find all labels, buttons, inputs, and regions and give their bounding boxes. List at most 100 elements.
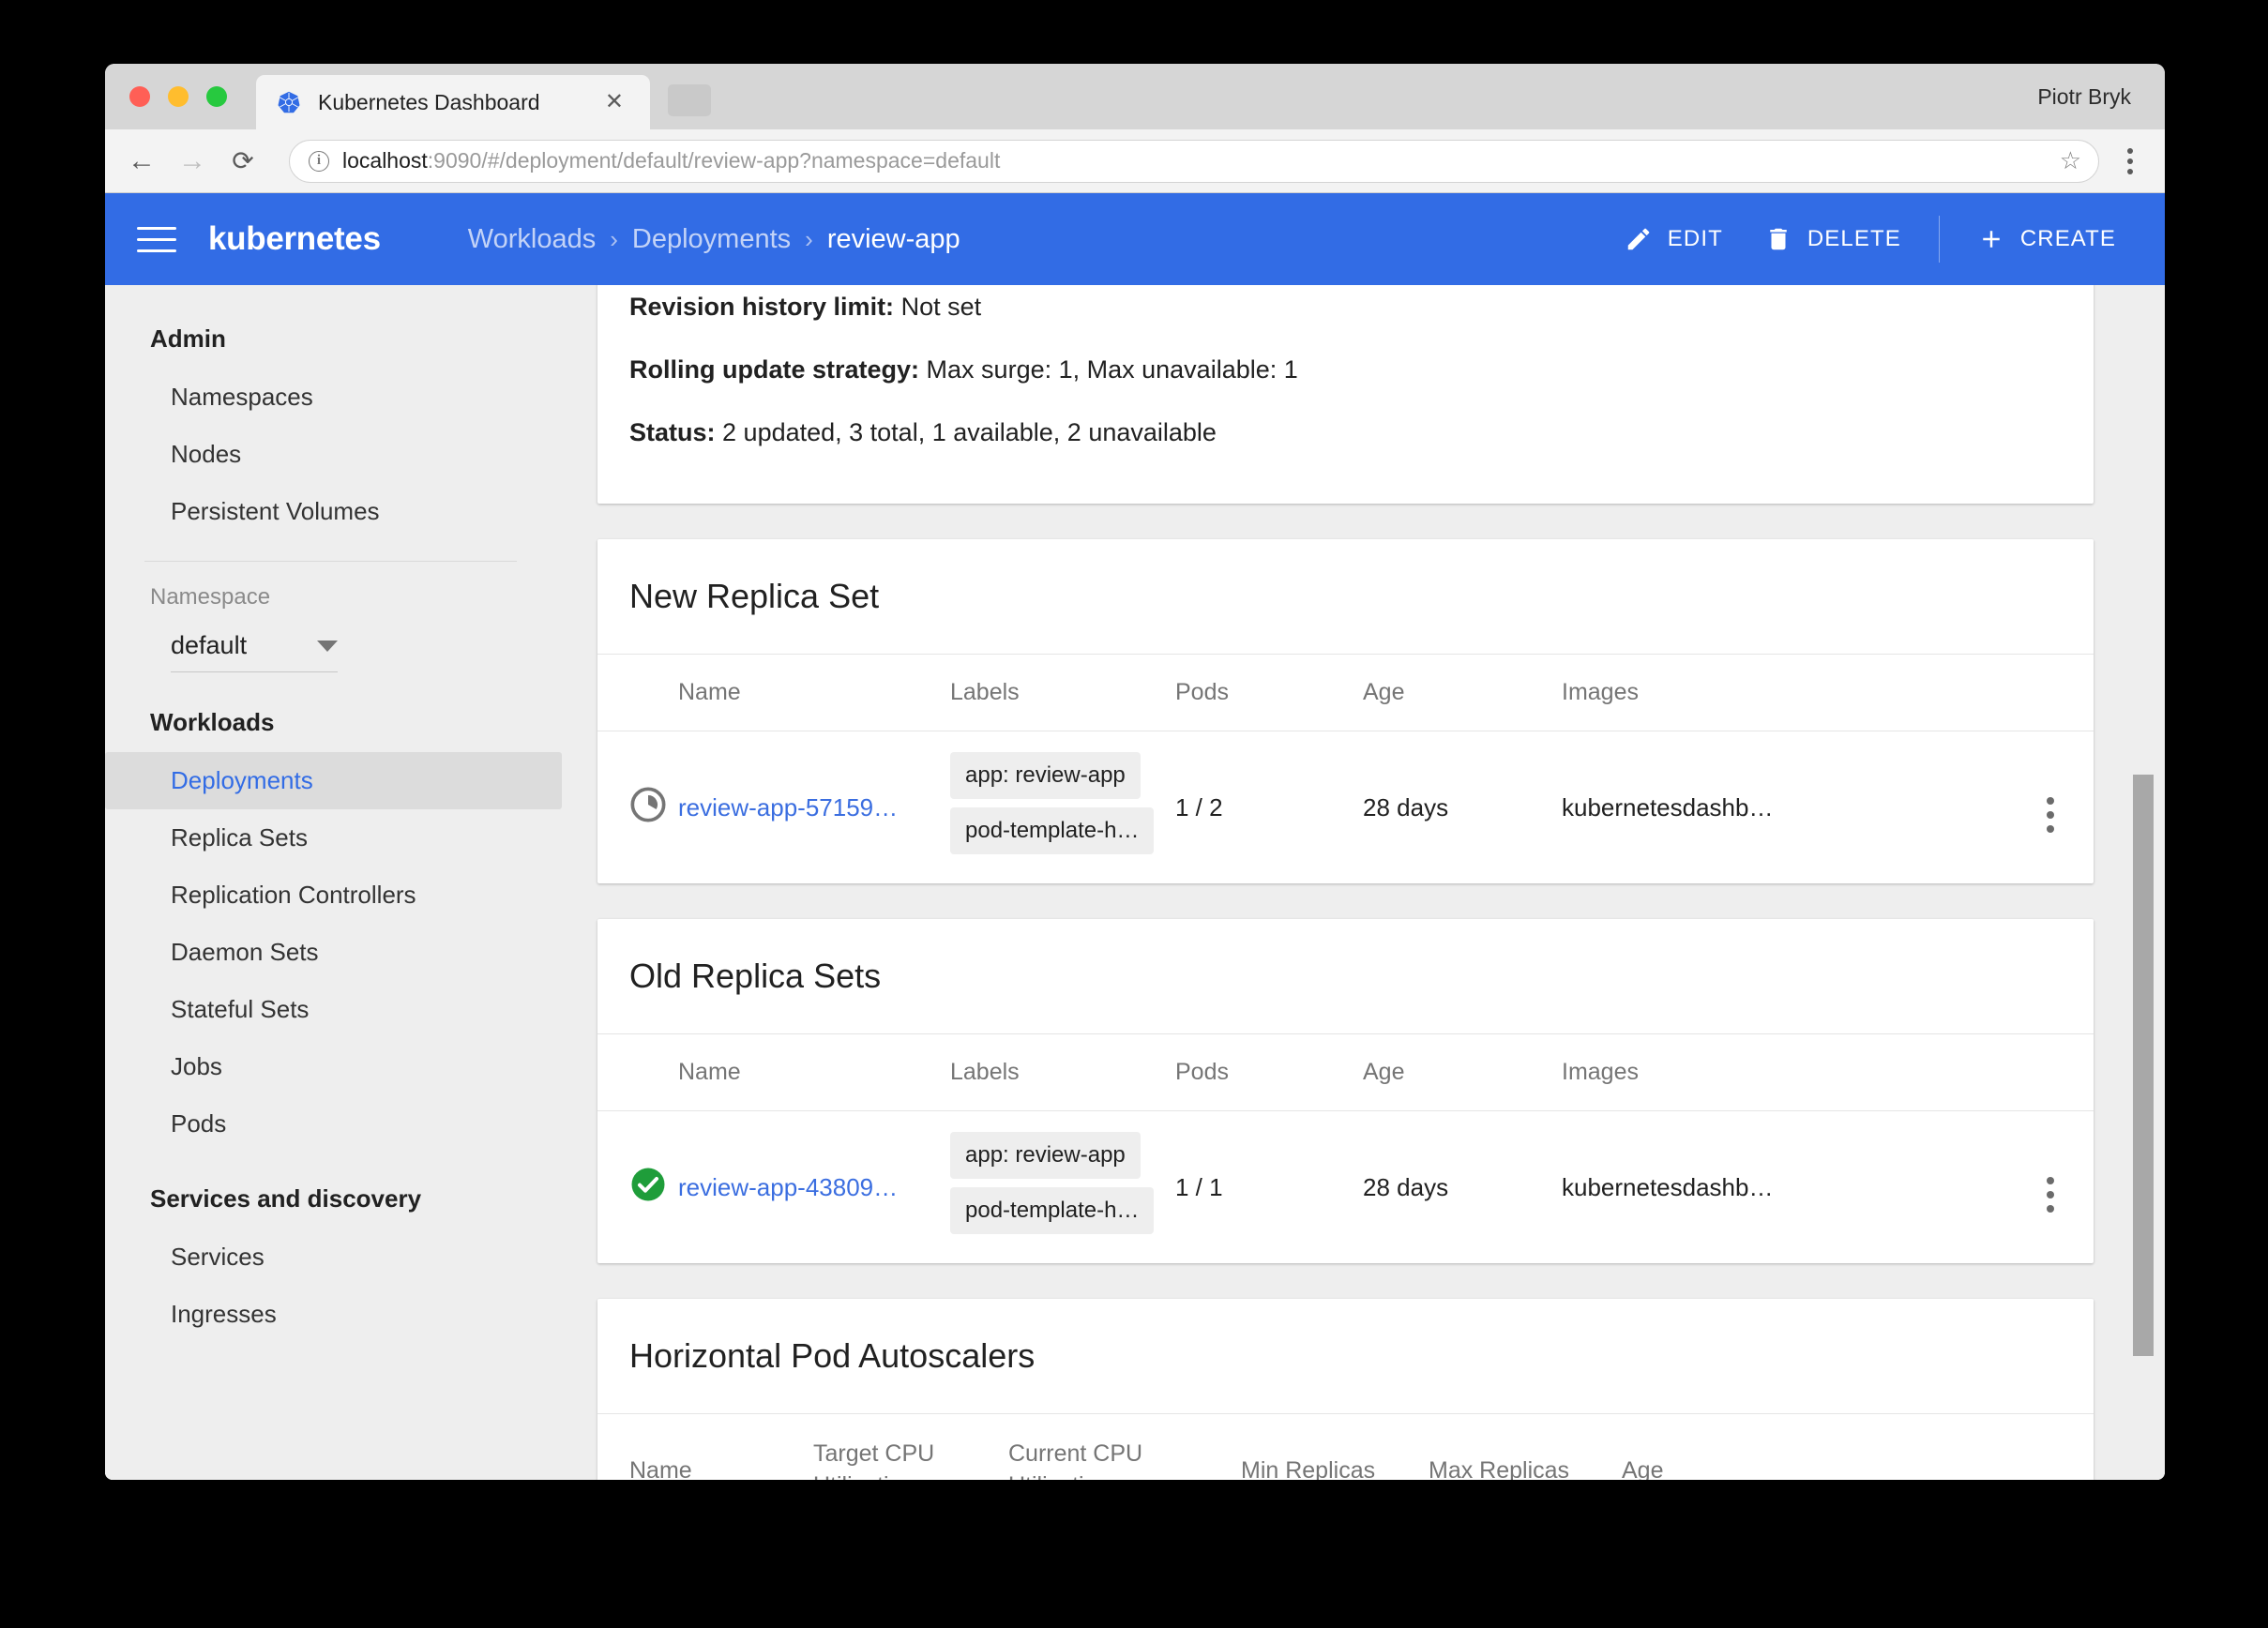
column-labels[interactable]: Labels: [950, 1034, 1175, 1111]
address-bar[interactable]: i localhost:9090/#/deployment/default/re…: [289, 140, 2099, 183]
browser-tab-active[interactable]: Kubernetes Dashboard ✕: [256, 75, 650, 129]
column-pods[interactable]: Pods: [1175, 1034, 1363, 1111]
cell-age: 28 days: [1363, 1111, 1562, 1264]
breadcrumb-item-workloads[interactable]: Workloads: [468, 224, 596, 255]
cell-actions: [2019, 731, 2094, 884]
label-chip[interactable]: app: review-app: [950, 1132, 1141, 1179]
detail-row-rolling-update-strategy: Rolling update strategy: Max surge: 1, M…: [597, 339, 2094, 401]
old-replica-sets-table: Name Labels Pods Age Images: [597, 1034, 2094, 1263]
cell-images: kubernetesdashb…: [1562, 1111, 2019, 1264]
create-button[interactable]: CREATE: [1957, 211, 2137, 267]
cell-pods: 1 / 2: [1175, 731, 1363, 884]
delete-button-label: DELETE: [1807, 226, 1901, 252]
old-replica-sets-card: Old Replica Sets Name Labels Pods Age Im…: [597, 919, 2094, 1263]
horizontal-pod-autoscalers-card: Horizontal Pod Autoscalers Name Target C…: [597, 1299, 2094, 1480]
site-info-icon[interactable]: i: [309, 151, 329, 172]
breadcrumb-item-deployments[interactable]: Deployments: [632, 224, 791, 255]
replica-set-link[interactable]: review-app-43809…: [678, 1173, 898, 1201]
column-images[interactable]: Images: [1562, 1034, 2019, 1111]
bookmark-star-icon[interactable]: ☆: [2060, 146, 2081, 175]
column-current-cpu-utilization[interactable]: Current CPU Utilization: [1008, 1414, 1241, 1480]
cell-name: review-app-43809…: [678, 1111, 950, 1264]
plus-icon: [1977, 225, 2005, 253]
maximize-window-button[interactable]: [206, 86, 227, 107]
sidebar-item-services[interactable]: Services: [105, 1229, 562, 1286]
column-min-replicas[interactable]: Min Replicas: [1241, 1414, 1429, 1480]
detail-value: 2 updated, 3 total, 1 available, 2 unava…: [722, 418, 1217, 446]
sidebar-item-namespaces[interactable]: Namespaces: [105, 369, 562, 426]
column-labels[interactable]: Labels: [950, 655, 1175, 731]
column-name[interactable]: Name: [597, 1414, 813, 1480]
back-icon[interactable]: ←: [120, 140, 163, 183]
sidebar-item-replication-controllers[interactable]: Replication Controllers: [105, 867, 562, 924]
column-target-cpu-utilization[interactable]: Target CPU Utilization: [813, 1414, 1008, 1480]
column-max-replicas[interactable]: Max Replicas: [1429, 1414, 1622, 1480]
row-menu-icon[interactable]: [2047, 797, 2054, 833]
delete-button[interactable]: DELETE: [1744, 211, 1922, 267]
sidebar-item-daemon-sets[interactable]: Daemon Sets: [105, 924, 562, 981]
browser-tab-title: Kubernetes Dashboard: [318, 90, 540, 115]
column-actions: [2019, 1034, 2094, 1111]
label-chip[interactable]: pod-template-h…: [950, 1187, 1154, 1234]
sidebar-item-ingresses[interactable]: Ingresses: [105, 1286, 562, 1343]
edit-button-label: EDIT: [1668, 226, 1723, 252]
forward-icon[interactable]: →: [171, 140, 214, 183]
pending-icon: [629, 786, 667, 823]
close-tab-icon[interactable]: ✕: [605, 91, 624, 113]
column-age[interactable]: Age: [1622, 1414, 2019, 1480]
column-name[interactable]: Name: [678, 1034, 950, 1111]
minimize-window-button[interactable]: [168, 86, 189, 107]
sidebar-item-stateful-sets[interactable]: Stateful Sets: [105, 981, 562, 1038]
close-window-button[interactable]: [129, 86, 150, 107]
column-name[interactable]: Name: [678, 655, 950, 731]
namespace-select[interactable]: default: [171, 631, 338, 672]
new-tab-button[interactable]: [668, 84, 711, 116]
detail-label: Rolling update strategy:: [629, 355, 919, 384]
column-pods[interactable]: Pods: [1175, 655, 1363, 731]
sidebar-item-pods[interactable]: Pods: [105, 1095, 562, 1153]
cell-pods: 1 / 1: [1175, 1111, 1363, 1264]
cell-images: kubernetesdashb…: [1562, 731, 2019, 884]
row-menu-icon[interactable]: [2047, 1177, 2054, 1213]
reload-icon[interactable]: ⟳: [221, 140, 265, 183]
table-row[interactable]: review-app-57159… app: review-app pod-te…: [597, 731, 2094, 884]
header-divider: [1939, 216, 1940, 263]
sidebar-item-nodes[interactable]: Nodes: [105, 426, 562, 483]
replica-set-link[interactable]: review-app-57159…: [678, 793, 898, 822]
cell-actions: [2019, 1111, 2094, 1264]
column-age[interactable]: Age: [1363, 1034, 1562, 1111]
sidebar-item-replica-sets[interactable]: Replica Sets: [105, 809, 562, 867]
scrollbar-thumb[interactable]: [2133, 775, 2154, 1356]
detail-value: Max surge: 1, Max unavailable: 1: [927, 355, 1298, 384]
sidebar-item-deployments[interactable]: Deployments: [105, 752, 562, 809]
breadcrumb: Workloads › Deployments › review-app: [468, 224, 1604, 255]
detail-row-revision-history-limit: Revision history limit: Not set: [597, 285, 2094, 339]
column-line-2: Utilization: [813, 1472, 915, 1480]
browser-toolbar: ← → ⟳ i localhost:9090/#/deployment/defa…: [105, 129, 2165, 193]
sidebar-group-workloads: Workloads: [105, 672, 562, 752]
browser-profile-name[interactable]: Piotr Bryk: [2037, 84, 2131, 110]
content-scrollbar[interactable]: [2133, 285, 2154, 1480]
pencil-icon: [1625, 225, 1653, 253]
card-title: New Replica Set: [597, 539, 2094, 655]
column-line-1: Current CPU: [1008, 1440, 1142, 1467]
table-row[interactable]: review-app-43809… app: review-app pod-te…: [597, 1111, 2094, 1264]
content-scroll-area[interactable]: Strategy: RollingUpdate Revision history…: [562, 285, 2165, 1480]
label-chip[interactable]: pod-template-h…: [950, 807, 1154, 854]
label-chip[interactable]: app: review-app: [950, 752, 1141, 799]
browser-menu-icon[interactable]: [2109, 148, 2152, 174]
edit-button[interactable]: EDIT: [1604, 211, 1744, 267]
column-images[interactable]: Images: [1562, 655, 2019, 731]
column-line-1: Target CPU: [813, 1440, 934, 1467]
table-header-row: Name Labels Pods Age Images: [597, 1034, 2094, 1111]
sidebar-item-jobs[interactable]: Jobs: [105, 1038, 562, 1095]
column-actions: [2019, 655, 2094, 731]
column-age[interactable]: Age: [1363, 655, 1562, 731]
hamburger-menu-icon[interactable]: [137, 227, 176, 252]
detail-row-status: Status: 2 updated, 3 total, 1 available,…: [597, 401, 2094, 464]
namespace-label: Namespace: [105, 562, 562, 610]
new-replica-set-table: Name Labels Pods Age Images: [597, 655, 2094, 883]
sidebar-item-persistent-volumes[interactable]: Persistent Volumes: [105, 483, 562, 540]
sidebar-group-admin: Admin: [105, 309, 562, 369]
chevron-down-icon: [317, 641, 338, 652]
